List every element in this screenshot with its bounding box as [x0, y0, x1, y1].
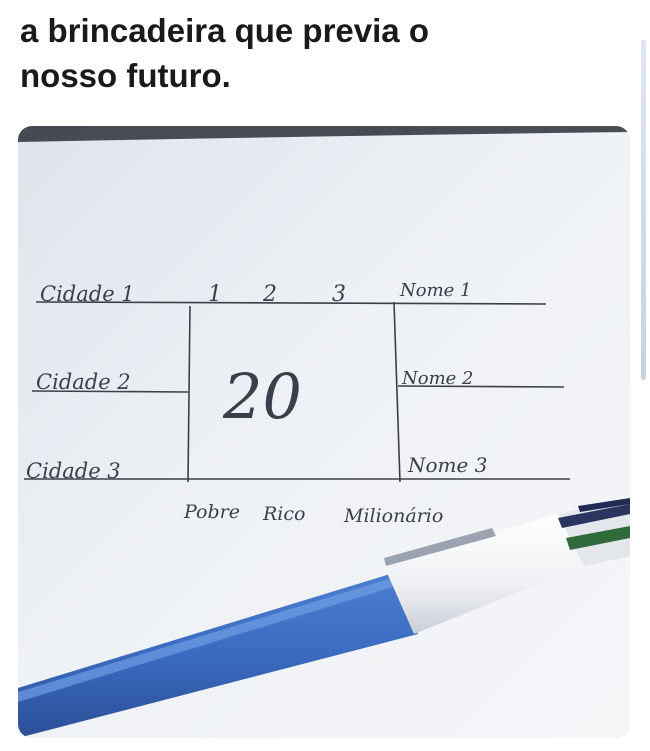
city-3-label: Cidade 3 [26, 459, 121, 483]
scrollbar[interactable] [641, 40, 646, 380]
outcome-pobre: Pobre [183, 501, 240, 523]
name-1-label: Nome 1 [399, 280, 471, 301]
caption-line-1: a brincadeira que previa o [20, 12, 429, 49]
number-3: 3 [332, 282, 346, 307]
center-number: 20 [222, 360, 302, 433]
number-1: 1 [208, 282, 222, 307]
caption-line-2: nosso futuro. [20, 57, 231, 94]
city-1-label: Cidade 1 [40, 282, 135, 306]
city-2-label: Cidade 2 [36, 370, 131, 394]
outcome-rico: Rico [262, 503, 305, 525]
post-photo[interactable]: Cidade 1 Cidade 2 Cidade 3 1 2 3 Nome 1 … [18, 126, 630, 738]
photo-paper: Cidade 1 Cidade 2 Cidade 3 1 2 3 Nome 1 … [18, 126, 630, 738]
name-2-label: Nome 2 [401, 368, 473, 389]
outcome-milionario: Milionário [343, 505, 443, 527]
number-2: 2 [262, 282, 277, 307]
name-3-label: Nome 3 [407, 453, 487, 477]
post-caption: a brincadeira que previa o nosso futuro. [20, 8, 620, 98]
